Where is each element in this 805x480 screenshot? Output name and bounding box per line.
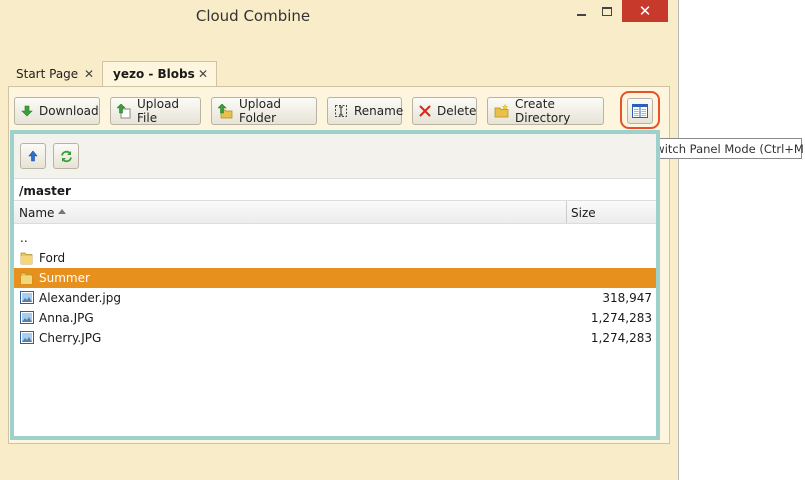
panel-toolbar xyxy=(14,134,656,178)
item-size: 318,947 xyxy=(602,291,652,305)
image-file-icon xyxy=(20,291,34,304)
tab-label: yezo - Blobs xyxy=(113,67,195,81)
upload-file-button[interactable]: Upload File xyxy=(110,97,201,125)
image-file-icon xyxy=(20,331,34,344)
item-name: Anna.JPG xyxy=(39,311,94,325)
list-item-file[interactable]: Cherry.JPG 1,274,283 xyxy=(14,328,656,348)
column-header-name[interactable]: Name xyxy=(19,206,54,220)
panel-mode-icon xyxy=(632,104,648,118)
tab-start-page[interactable]: Start Page ✕ xyxy=(8,61,101,86)
folder-icon xyxy=(20,252,33,265)
title-bar[interactable]: Cloud Combine ✕ xyxy=(0,0,678,31)
upload-folder-icon xyxy=(218,103,233,118)
upload-file-label: Upload File xyxy=(137,97,180,125)
item-name: Ford xyxy=(39,251,66,265)
sort-ascending-icon xyxy=(58,209,66,214)
current-path: /master xyxy=(14,178,656,200)
column-divider[interactable] xyxy=(566,201,567,223)
tab-label: Start Page xyxy=(16,66,79,81)
minimize-icon xyxy=(576,14,586,16)
window-title: Cloud Combine xyxy=(195,7,311,25)
maximize-icon xyxy=(602,6,612,16)
switch-panel-mode-button[interactable] xyxy=(627,98,653,124)
list-item-parent[interactable]: .. xyxy=(14,230,656,250)
create-directory-button[interactable]: Create Directory xyxy=(487,97,604,125)
rename-label: Rename xyxy=(354,104,404,118)
create-directory-label: Create Directory xyxy=(515,97,571,125)
list-header: Name Size xyxy=(14,200,656,224)
minimize-button[interactable] xyxy=(568,0,594,22)
list-item-file[interactable]: Anna.JPG 1,274,283 xyxy=(14,308,656,328)
maximize-button[interactable] xyxy=(594,0,620,22)
upload-file-icon xyxy=(117,103,131,118)
refresh-button[interactable] xyxy=(53,143,79,169)
download-arrow-icon xyxy=(21,105,33,117)
item-size: 1,274,283 xyxy=(590,331,652,345)
refresh-icon xyxy=(60,150,72,162)
delete-x-icon xyxy=(419,105,431,117)
item-name: Cherry.JPG xyxy=(39,331,102,345)
rename-button[interactable]: Rename xyxy=(327,97,404,125)
list-item-folder[interactable]: Ford xyxy=(14,248,656,268)
tab-close-icon[interactable]: ✕ xyxy=(84,67,94,81)
up-directory-button[interactable] xyxy=(20,143,46,169)
list-item-folder-selected[interactable]: Summer xyxy=(14,268,656,288)
delete-label: Delete xyxy=(437,104,477,118)
upload-folder-label: Upload Folder xyxy=(239,97,282,125)
delete-button[interactable]: Delete xyxy=(412,97,477,125)
tab-close-icon[interactable]: ✕ xyxy=(198,67,208,81)
upload-folder-button[interactable]: Upload Folder xyxy=(211,97,317,125)
item-size: 1,274,283 xyxy=(590,311,652,325)
close-window-button[interactable]: ✕ xyxy=(622,0,668,22)
image-file-icon xyxy=(20,311,34,324)
tooltip-switch-panel-mode: Switch Panel Mode (Ctrl+M) xyxy=(637,138,805,159)
download-button[interactable]: Download xyxy=(14,97,100,125)
tab-yezo-blobs[interactable]: yezo - Blobs ✕ xyxy=(102,61,217,86)
up-directory-icon xyxy=(28,150,38,162)
item-name: Summer xyxy=(39,271,90,285)
folder-icon xyxy=(20,272,33,285)
list-item-file[interactable]: Alexander.jpg 318,947 xyxy=(14,288,656,308)
column-header-size[interactable]: Size xyxy=(571,206,596,220)
create-directory-icon xyxy=(494,104,509,118)
close-icon: ✕ xyxy=(638,2,652,20)
file-list: .. Ford Summer Alexander.jpg 318,947 Ann… xyxy=(14,224,656,436)
tab-strip: Start Page ✕ yezo - Blobs ✕ xyxy=(8,61,670,86)
rename-icon xyxy=(335,105,347,117)
item-name: Alexander.jpg xyxy=(39,291,121,305)
blob-panel: /master Name Size .. Ford Summer Alexand… xyxy=(10,130,660,440)
download-label: Download xyxy=(39,104,99,118)
item-name: .. xyxy=(20,231,28,245)
